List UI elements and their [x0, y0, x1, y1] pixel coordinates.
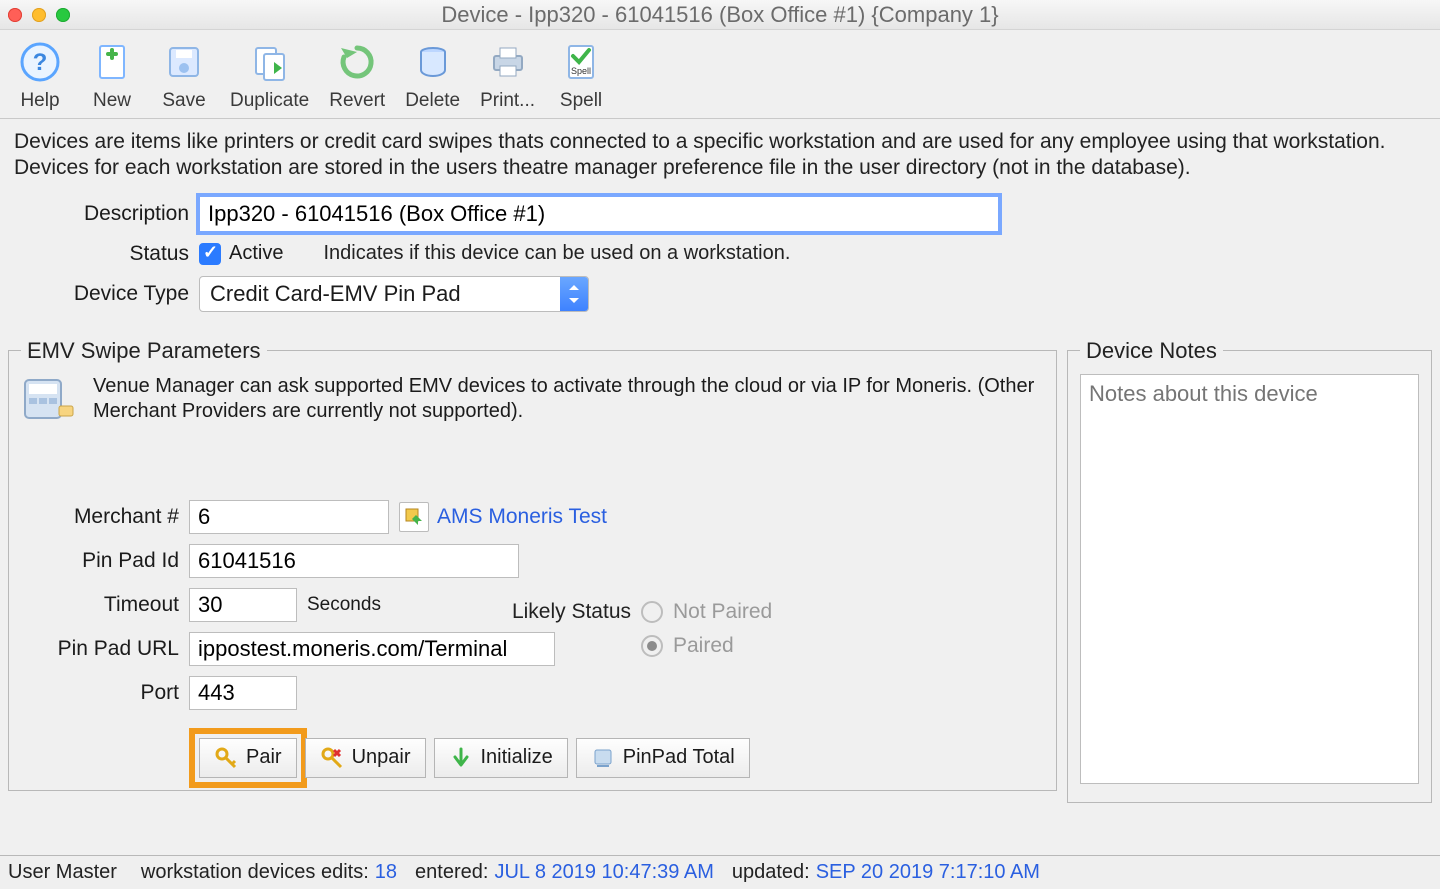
device-type-label: Device Type	[14, 282, 199, 306]
device-form: Description Status Active Indicates if t…	[0, 190, 1440, 332]
minimize-icon[interactable]	[32, 8, 46, 22]
description-label: Description	[14, 202, 199, 226]
port-label: Port	[21, 681, 189, 705]
active-label: Active	[229, 242, 283, 265]
port-input[interactable]	[189, 676, 297, 710]
footer-user: User Master	[8, 861, 117, 884]
unpair-button[interactable]: Unpair	[305, 738, 426, 778]
emv-intro-text: Venue Manager can ask supported EMV devi…	[93, 374, 1044, 430]
duplicate-button[interactable]: Duplicate	[230, 36, 309, 112]
paired-radio[interactable]	[641, 635, 663, 657]
emv-legend: EMV Swipe Parameters	[21, 338, 267, 364]
delete-icon	[407, 36, 459, 88]
not-paired-label: Not Paired	[673, 600, 772, 624]
merchant-link[interactable]: AMS Moneris Test	[437, 505, 607, 529]
status-label: Status	[14, 242, 199, 266]
pinpad-device-icon	[21, 374, 81, 430]
likely-status-group: Likely Status Not Paired Paired	[491, 600, 772, 668]
spell-icon: Spell	[555, 36, 607, 88]
arrow-down-icon	[449, 746, 473, 770]
merchant-lookup-button[interactable]	[399, 502, 429, 532]
device-notes-input[interactable]	[1080, 374, 1419, 784]
not-paired-radio[interactable]	[641, 601, 663, 623]
footer-entered-value: JUL 8 2019 10:47:39 AM	[494, 861, 713, 884]
timeout-label: Timeout	[21, 593, 189, 617]
timeout-input[interactable]	[189, 588, 297, 622]
active-checkbox[interactable]	[199, 243, 221, 265]
device-type-select[interactable]: Credit Card-EMV Pin Pad	[199, 276, 589, 312]
close-icon[interactable]	[8, 8, 22, 22]
revert-icon	[331, 36, 383, 88]
save-button[interactable]: Save	[158, 36, 210, 112]
duplicate-icon	[244, 36, 296, 88]
merchant-input[interactable]	[189, 500, 389, 534]
new-button[interactable]: New	[86, 36, 138, 112]
paired-label: Paired	[673, 634, 734, 658]
status-hint: Indicates if this device can be used on …	[323, 242, 790, 265]
delete-button[interactable]: Delete	[405, 36, 460, 112]
footer-entered-label: entered:	[415, 861, 488, 884]
device-notes-group: Device Notes	[1067, 338, 1432, 803]
status-bar: User Master workstation devices edits: 1…	[0, 855, 1440, 889]
key-icon	[214, 746, 238, 770]
print-button[interactable]: Print...	[480, 36, 535, 112]
svg-text:?: ?	[33, 49, 48, 76]
footer-updated-label: updated:	[732, 861, 810, 884]
titlebar: Device - Ipp320 - 61041516 (Box Office #…	[0, 0, 1440, 30]
maximize-icon[interactable]	[56, 8, 70, 22]
emv-parameters-group: EMV Swipe Parameters Venue Manager can a…	[8, 338, 1057, 791]
pinpad-id-input[interactable]	[189, 544, 519, 578]
pair-button[interactable]: Pair	[199, 738, 297, 778]
pinpad-total-button[interactable]: PinPad Total	[576, 738, 750, 778]
device-type-value: Credit Card-EMV Pin Pad	[200, 277, 560, 311]
likely-status-label: Likely Status	[491, 600, 631, 624]
key-x-icon	[320, 746, 344, 770]
info-paragraph: Devices are items like printers or credi…	[0, 119, 1440, 190]
print-icon	[482, 36, 534, 88]
chevron-updown-icon	[560, 277, 588, 311]
revert-button[interactable]: Revert	[329, 36, 385, 112]
initialize-button[interactable]: Initialize	[434, 738, 568, 778]
footer-updated-value: SEP 20 2019 7:17:10 AM	[816, 861, 1040, 884]
device-notes-legend: Device Notes	[1080, 338, 1223, 364]
pinpad-id-label: Pin Pad Id	[21, 549, 189, 573]
window-title: Device - Ipp320 - 61041516 (Box Office #…	[0, 2, 1440, 28]
description-input[interactable]	[199, 196, 999, 232]
toolbar: ? Help New Save Duplicate Revert Delete	[0, 30, 1440, 119]
timeout-unit: Seconds	[307, 594, 381, 616]
help-button[interactable]: ? Help	[14, 36, 66, 112]
spell-button[interactable]: Spell Spell	[555, 36, 607, 112]
footer-edits-label: workstation devices edits:	[141, 861, 369, 884]
svg-text:Spell: Spell	[571, 66, 591, 76]
new-icon	[86, 36, 138, 88]
save-icon	[158, 36, 210, 88]
footer-edits-value: 18	[375, 861, 397, 884]
receipt-icon	[591, 746, 615, 770]
pinpad-url-label: Pin Pad URL	[21, 637, 189, 661]
merchant-label: Merchant #	[21, 505, 189, 529]
help-icon: ?	[14, 36, 66, 88]
